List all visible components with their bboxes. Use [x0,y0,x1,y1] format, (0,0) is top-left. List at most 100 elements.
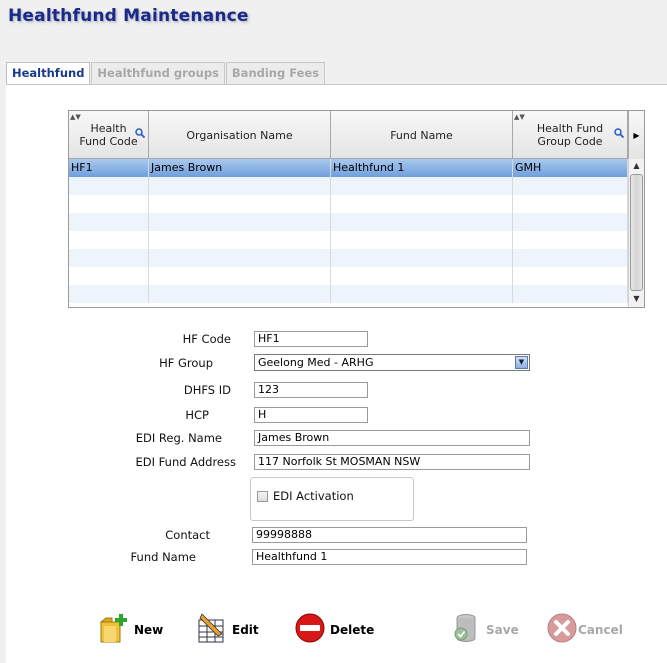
hf-group-value: Geelong Med - ARHG [258,356,374,369]
empty-cell [331,213,513,231]
fund-name-label: Fund Name [130,550,196,564]
grid-header: ▲▼ Health Fund Code Organisation Name Fu… [69,111,644,159]
empty-cell [331,267,513,285]
column-header-label: Health Fund Group Code [536,122,604,148]
delete-icon [295,613,325,643]
empty-cell [513,267,628,285]
cell-group-code: GMH [513,159,628,177]
hcp-label: HCP [185,408,209,422]
tab-healthfund[interactable]: Healthfund [6,62,91,84]
scroll-up-button[interactable]: ▲ [629,159,644,173]
table-row[interactable]: HF1 James Brown Healthfund 1 GMH [69,159,628,177]
empty-cell [149,285,331,303]
edi-fund-address-field[interactable]: 117 Norfolk St MOSMAN NSW [254,454,530,470]
column-header-fund-name[interactable]: Fund Name [331,111,513,159]
edi-fund-address-label: EDI Fund Address [135,455,237,469]
empty-cell [513,231,628,249]
new-button[interactable]: New [98,612,163,644]
save-button-label: Save [486,623,519,637]
edi-reg-name-field[interactable]: James Brown [254,430,530,446]
column-header-label: Health Fund Code [79,122,138,148]
empty-cell [69,285,149,303]
delete-button-label: Delete [330,623,375,637]
empty-cell [513,177,628,195]
tab-banding-fees[interactable]: Banding Fees [225,62,326,84]
contact-label: Contact [165,528,210,542]
healthfund-grid: ▲▼ Health Fund Code Organisation Name Fu… [68,110,645,308]
empty-cell [513,195,628,213]
empty-row [69,267,628,285]
edit-table-icon [198,613,224,643]
save-button[interactable]: Save [450,612,519,644]
hf-code-label: HF Code [182,332,231,346]
new-button-label: New [134,623,164,637]
empty-row [69,177,628,195]
hf-group-select[interactable]: Geelong Med - ARHG ▼ [254,354,530,371]
dhfs-id-label: DHFS ID [183,383,231,397]
cell-organisation-name: James Brown [149,159,331,177]
empty-cell [331,177,513,195]
contact-field[interactable]: 99998888 [252,527,527,543]
tab-healthfund-groups[interactable]: Healthfund groups [91,62,225,84]
new-folder-icon [99,614,127,643]
cancel-button[interactable]: Cancel [546,612,623,644]
empty-cell [513,285,628,303]
empty-cell [149,213,331,231]
search-icon[interactable] [135,128,145,138]
empty-cell [149,249,331,267]
sort-icon: ▲▼ [70,113,81,121]
scroll-right-button[interactable]: ▶ [628,111,644,159]
sort-icon: ▲▼ [514,113,525,121]
empty-cell [69,177,149,195]
search-icon[interactable] [614,128,624,138]
hf-group-label: HF Group [159,356,213,370]
cell-fund-name: Healthfund 1 [331,159,513,177]
cancel-icon [547,613,577,643]
cancel-button-label: Cancel [578,623,623,637]
scrollbar-thumb[interactable] [630,174,643,291]
empty-cell [331,231,513,249]
empty-cell [149,195,331,213]
empty-cell [513,249,628,267]
hcp-field[interactable]: H [254,407,368,423]
tab-bar: Healthfund Healthfund groups Banding Fee… [6,62,326,84]
edit-button[interactable]: Edit [196,612,259,644]
dhfs-id-field[interactable]: 123 [254,382,368,398]
empty-cell [69,231,149,249]
empty-cell [331,195,513,213]
edit-button-label: Edit [232,623,259,637]
empty-cell [69,195,149,213]
edi-activation-checkbox[interactable] [257,491,268,502]
chevron-down-icon[interactable]: ▼ [515,356,528,369]
empty-cell [513,213,628,231]
cell-health-fund-code: HF1 [69,159,149,177]
vertical-scrollbar[interactable]: ▲ ▼ [628,159,644,307]
column-header-organisation-name[interactable]: Organisation Name [149,111,331,159]
column-header-label: Fund Name [390,128,453,142]
empty-row [69,249,628,267]
fund-name-field[interactable]: Healthfund 1 [252,549,527,565]
grid-body: HF1 James Brown Healthfund 1 GMH [69,159,628,307]
empty-cell [69,249,149,267]
column-header-health-fund-code[interactable]: ▲▼ Health Fund Code [69,111,149,159]
empty-row [69,213,628,231]
column-header-health-fund-group-code[interactable]: ▲▼ Health Fund Group Code [513,111,628,159]
empty-cell [331,249,513,267]
edi-activation-label: EDI Activation [273,489,354,503]
empty-cell [149,267,331,285]
empty-row [69,195,628,213]
delete-button[interactable]: Delete [294,612,374,644]
empty-cell [69,213,149,231]
empty-cell [69,267,149,285]
empty-cell [149,231,331,249]
save-database-icon [454,614,476,642]
page-title: Healthfund Maintenance [8,6,249,26]
empty-row [69,285,628,303]
column-header-label: Organisation Name [186,128,293,142]
empty-cell [331,285,513,303]
empty-cell [149,177,331,195]
hf-code-field[interactable]: HF1 [254,331,368,347]
empty-row [69,231,628,249]
scroll-down-button[interactable]: ▼ [629,292,644,306]
edi-reg-name-label: EDI Reg. Name [135,431,222,445]
